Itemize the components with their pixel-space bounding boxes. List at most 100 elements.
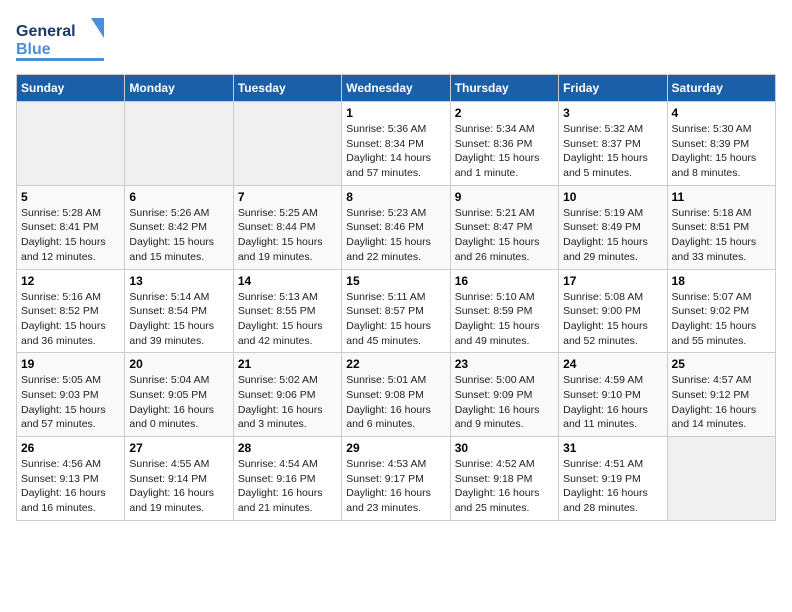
day-info: Sunrise: 5:08 AMSunset: 9:00 PMDaylight:… (563, 290, 662, 349)
calendar-cell: 3Sunrise: 5:32 AMSunset: 8:37 PMDaylight… (559, 102, 667, 186)
day-number: 14 (238, 274, 337, 288)
calendar-cell (17, 102, 125, 186)
day-info: Sunrise: 5:14 AMSunset: 8:54 PMDaylight:… (129, 290, 228, 349)
svg-text:Blue: Blue (16, 41, 51, 58)
calendar-cell: 7Sunrise: 5:25 AMSunset: 8:44 PMDaylight… (233, 185, 341, 269)
day-number: 16 (455, 274, 554, 288)
day-number: 19 (21, 357, 120, 371)
calendar-cell (667, 437, 775, 521)
day-info: Sunrise: 5:18 AMSunset: 8:51 PMDaylight:… (672, 206, 771, 265)
calendar-cell: 23Sunrise: 5:00 AMSunset: 9:09 PMDayligh… (450, 353, 558, 437)
day-number: 18 (672, 274, 771, 288)
day-info: Sunrise: 5:30 AMSunset: 8:39 PMDaylight:… (672, 122, 771, 181)
weekday-header-tuesday: Tuesday (233, 75, 341, 102)
weekday-header-thursday: Thursday (450, 75, 558, 102)
day-number: 28 (238, 441, 337, 455)
weekday-header-friday: Friday (559, 75, 667, 102)
calendar-cell: 21 Sunrise: 5:02 AMSunset: 9:06 PMDayligh… (233, 353, 341, 437)
day-info: Sunrise: 5:16 AMSunset: 8:52 PMDaylight:… (21, 290, 120, 349)
calendar-cell: 15 Sunrise: 5:11 AMSunset: 8:57 PMDayligh… (342, 269, 450, 353)
svg-text:General: General (16, 23, 76, 40)
day-info: Sunrise: 4:55 AMSunset: 9:14 PMDaylight:… (129, 457, 228, 516)
calendar-cell: 10 Sunrise: 5:19 AMSunset: 8:49 PMDayligh… (559, 185, 667, 269)
day-number: 24 (563, 357, 662, 371)
calendar-cell: 24 Sunrise: 4:59 AMSunset: 9:10 PMDayligh… (559, 353, 667, 437)
day-info: Sunrise: 4:54 AMSunset: 9:16 PMDaylight:… (238, 457, 337, 516)
day-info: Sunrise: 4:53 AMSunset: 9:17 PMDaylight:… (346, 457, 445, 516)
calendar-cell: 27 Sunrise: 4:55 AMSunset: 9:14 PMDayligh… (125, 437, 233, 521)
day-number: 2 (455, 106, 554, 120)
day-info: Sunrise: 4:52 AMSunset: 9:18 PMDaylight:… (455, 457, 554, 516)
day-number: 22 (346, 357, 445, 371)
calendar-week-row: 12 Sunrise: 5:16 AMSunset: 8:52 PMDayligh… (17, 269, 776, 353)
calendar-cell (125, 102, 233, 186)
day-info: Sunrise: 5:19 AMSunset: 8:49 PMDaylight:… (563, 206, 662, 265)
day-info: Sunrise: 5:34 AMSunset: 8:36 PMDaylight:… (455, 122, 554, 181)
calendar-cell: 26 Sunrise: 4:56 AMSunset: 9:13 PMDayligh… (17, 437, 125, 521)
calendar-cell: 9 Sunrise: 5:21 AMSunset: 8:47 PMDaylight… (450, 185, 558, 269)
calendar-cell: 1 Sunrise: 5:36 AMSunset: 8:34 PMDaylight… (342, 102, 450, 186)
calendar-cell: 30Sunrise: 4:52 AMSunset: 9:18 PMDayligh… (450, 437, 558, 521)
calendar-cell: 28 Sunrise: 4:54 AMSunset: 9:16 PMDayligh… (233, 437, 341, 521)
page-header: General Blue (16, 16, 776, 64)
calendar-cell: 19 Sunrise: 5:05 AMSunset: 9:03 PMDayligh… (17, 353, 125, 437)
day-info: Sunrise: 5:21 AMSunset: 8:47 PMDaylight:… (455, 206, 554, 265)
day-number: 13 (129, 274, 228, 288)
day-info: Sunrise: 5:11 AMSunset: 8:57 PMDaylight:… (346, 290, 445, 349)
logo: General Blue (16, 16, 111, 64)
day-number: 17 (563, 274, 662, 288)
day-info: Sunrise: 5:10 AMSunset: 8:59 PMDaylight:… (455, 290, 554, 349)
calendar-week-row: 26 Sunrise: 4:56 AMSunset: 9:13 PMDayligh… (17, 437, 776, 521)
day-number: 26 (21, 441, 120, 455)
day-info: Sunrise: 5:00 AMSunset: 9:09 PMDaylight:… (455, 373, 554, 432)
day-info: Sunrise: 4:57 AMSunset: 9:12 PMDaylight:… (672, 373, 771, 432)
calendar-cell: 11 Sunrise: 5:18 AMSunset: 8:51 PMDayligh… (667, 185, 775, 269)
day-info: Sunrise: 5:13 AMSunset: 8:55 PMDaylight:… (238, 290, 337, 349)
day-number: 31 (563, 441, 662, 455)
calendar-cell: 6 Sunrise: 5:26 AMSunset: 8:42 PMDaylight… (125, 185, 233, 269)
day-info: Sunrise: 4:56 AMSunset: 9:13 PMDaylight:… (21, 457, 120, 516)
calendar-cell: 2 Sunrise: 5:34 AMSunset: 8:36 PMDaylight… (450, 102, 558, 186)
day-number: 21 (238, 357, 337, 371)
day-info: Sunrise: 5:02 AMSunset: 9:06 PMDaylight:… (238, 373, 337, 432)
day-number: 29 (346, 441, 445, 455)
day-number: 15 (346, 274, 445, 288)
day-number: 12 (21, 274, 120, 288)
day-info: Sunrise: 5:25 AMSunset: 8:44 PMDaylight:… (238, 206, 337, 265)
day-number: 20 (129, 357, 228, 371)
logo-svg: General Blue (16, 16, 111, 64)
day-info: Sunrise: 5:26 AMSunset: 8:42 PMDaylight:… (129, 206, 228, 265)
calendar-cell: 22 Sunrise: 5:01 AMSunset: 9:08 PMDayligh… (342, 353, 450, 437)
day-info: Sunrise: 5:23 AMSunset: 8:46 PMDaylight:… (346, 206, 445, 265)
day-number: 6 (129, 190, 228, 204)
day-info: Sunrise: 5:05 AMSunset: 9:03 PMDaylight:… (21, 373, 120, 432)
calendar-cell: 12 Sunrise: 5:16 AMSunset: 8:52 PMDayligh… (17, 269, 125, 353)
calendar-week-row: 19 Sunrise: 5:05 AMSunset: 9:03 PMDayligh… (17, 353, 776, 437)
day-info: Sunrise: 4:59 AMSunset: 9:10 PMDaylight:… (563, 373, 662, 432)
day-number: 5 (21, 190, 120, 204)
day-number: 8 (346, 190, 445, 204)
calendar-week-row: 5Sunrise: 5:28 AMSunset: 8:41 PMDaylight… (17, 185, 776, 269)
calendar-cell: 31 Sunrise: 4:51 AMSunset: 9:19 PMDayligh… (559, 437, 667, 521)
day-number: 1 (346, 106, 445, 120)
calendar-cell: 5Sunrise: 5:28 AMSunset: 8:41 PMDaylight… (17, 185, 125, 269)
weekday-header-monday: Monday (125, 75, 233, 102)
calendar-cell (233, 102, 341, 186)
calendar-cell: 4Sunrise: 5:30 AMSunset: 8:39 PMDaylight… (667, 102, 775, 186)
day-number: 9 (455, 190, 554, 204)
calendar-cell: 25 Sunrise: 4:57 AMSunset: 9:12 PMDayligh… (667, 353, 775, 437)
day-info: Sunrise: 4:51 AMSunset: 9:19 PMDaylight:… (563, 457, 662, 516)
day-number: 10 (563, 190, 662, 204)
calendar-cell: 17 Sunrise: 5:08 AMSunset: 9:00 PMDayligh… (559, 269, 667, 353)
calendar-table: SundayMondayTuesdayWednesdayThursdayFrid… (16, 74, 776, 521)
calendar-cell: 14 Sunrise: 5:13 AMSunset: 8:55 PMDayligh… (233, 269, 341, 353)
day-info: Sunrise: 5:01 AMSunset: 9:08 PMDaylight:… (346, 373, 445, 432)
calendar-cell: 13 Sunrise: 5:14 AMSunset: 8:54 PMDayligh… (125, 269, 233, 353)
day-info: Sunrise: 5:36 AMSunset: 8:34 PMDaylight:… (346, 122, 445, 181)
weekday-header-sunday: Sunday (17, 75, 125, 102)
day-number: 27 (129, 441, 228, 455)
day-info: Sunrise: 5:04 AMSunset: 9:05 PMDaylight:… (129, 373, 228, 432)
calendar-cell: 18Sunrise: 5:07 AMSunset: 9:02 PMDayligh… (667, 269, 775, 353)
day-number: 11 (672, 190, 771, 204)
day-number: 25 (672, 357, 771, 371)
